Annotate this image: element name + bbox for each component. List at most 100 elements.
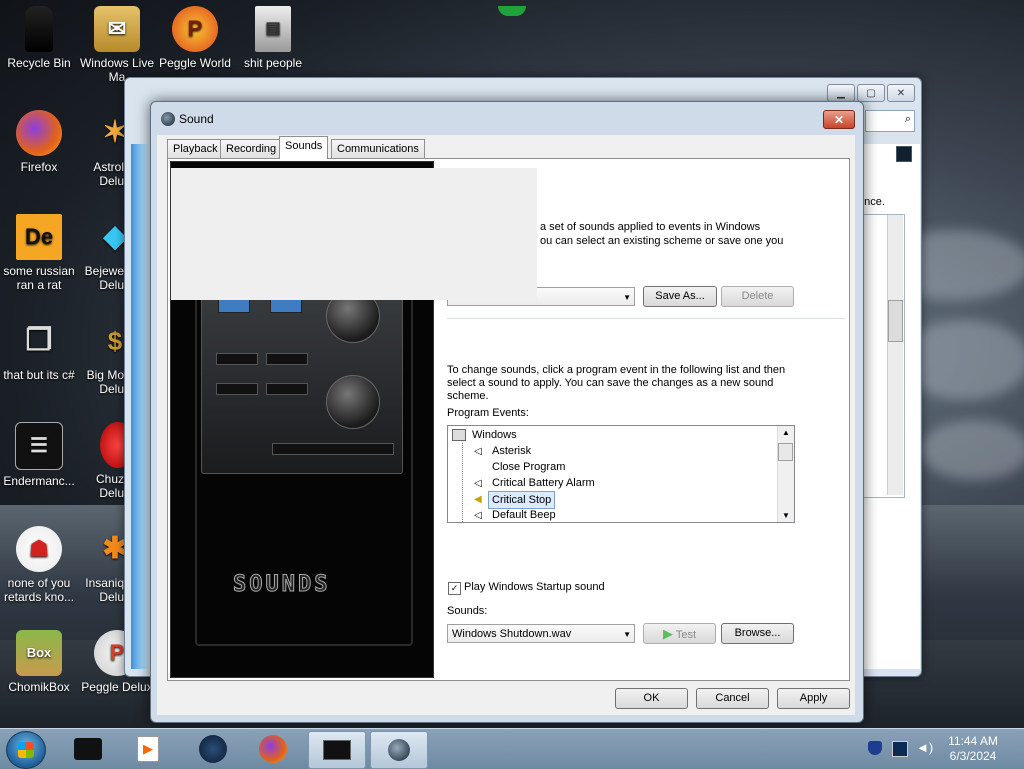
desktop-icon-firefox[interactable]: Firefox (0, 110, 78, 174)
scheme-description-line: ou can select an existing scheme or save… (540, 235, 784, 247)
events-root-label: Windows (472, 429, 517, 441)
sound-dialog[interactable]: Sound ✕ Playback Recording Sounds Commun… (150, 101, 864, 723)
desktop-icon-label: Endermanc... (3, 474, 75, 488)
taskbar-item-firefox[interactable] (245, 731, 301, 767)
scroll-down-icon[interactable]: ▼ (782, 511, 790, 520)
browse-button[interactable]: Browse... (721, 623, 794, 644)
desktop-icon-label: Insaniq Delu (85, 576, 124, 604)
tab-communications[interactable]: Communications (331, 139, 425, 158)
shield-icon[interactable] (868, 741, 882, 755)
speaker-icon (161, 112, 175, 126)
volume-icon[interactable]: ◄) (916, 741, 933, 755)
save-as-button[interactable]: Save As... (643, 286, 717, 307)
close-button[interactable]: ✕ (887, 84, 915, 102)
test-button[interactable]: ▶ Test (643, 623, 716, 644)
media-icon (74, 738, 102, 760)
mixer-display (218, 299, 250, 313)
maximize-button[interactable]: ▢ (857, 84, 885, 102)
desktop-icon-label: Chuz Delu (95, 472, 124, 500)
list-item[interactable]: Asterisk (492, 443, 531, 459)
mixer-display (270, 299, 302, 313)
taskbar-item-window[interactable] (308, 731, 366, 769)
desktop-icon-label: Astrol Delu (93, 160, 124, 188)
desktop-icon-peggle-world[interactable]: P Peggle World (156, 6, 234, 70)
start-button[interactable] (6, 731, 46, 769)
desktop-icon-shit-people[interactable]: ▤ shit people (234, 6, 312, 70)
desktop-icon-insaniquarium[interactable]: ✱ Insaniq Delu (78, 526, 124, 605)
desktop-icon-bejeweled[interactable]: ◆ Bejewe Delu (78, 214, 124, 293)
desktop-icon-label: Big Mo Delu (86, 368, 124, 396)
desktop-icon-windows-live-mail[interactable]: ✉ Windows Live Ma (78, 6, 156, 84)
sounds-label: Sounds: (447, 605, 488, 617)
dialog-title: Sound (179, 112, 214, 126)
recycle-bin-icon (25, 6, 53, 52)
scrollbar[interactable] (887, 215, 903, 495)
mixer-knob (326, 375, 380, 429)
list-item[interactable]: Critical Battery Alarm (492, 475, 595, 491)
tab-playback[interactable]: Playback (167, 139, 224, 158)
program-events-list[interactable]: Windows ◁ Asterisk Close Program ◁ Criti… (447, 425, 795, 523)
taskbar: ▶ ◄) 11:44 AM 6/3/2024 (0, 728, 1024, 769)
mixer-slot (266, 353, 308, 365)
de-icon: De (16, 214, 62, 260)
folder-icon: ▤ (255, 6, 291, 52)
cancel-button[interactable]: Cancel (696, 688, 769, 709)
desktop-icon-chuzzle[interactable]: Chuz Delu (78, 422, 124, 500)
events-scrollbar-thumb[interactable] (778, 443, 793, 461)
tab-recording[interactable]: Recording (220, 139, 283, 158)
desktop-icon-astrol[interactable]: ✶ Astrol Delu (78, 110, 124, 189)
desktop-icon-some-russian[interactable]: De some russian ran a rat (0, 214, 78, 292)
play-icon: ▶ (662, 626, 673, 641)
startup-sound-label: Play Windows Startup sound (464, 581, 605, 593)
minimize-button[interactable]: ▁ (827, 84, 855, 102)
list-item[interactable]: Default Beep (492, 507, 556, 522)
desktop-icon-that-but-its-c[interactable]: ❐ that but its c# (0, 318, 78, 383)
desktop-icon-chomikbox[interactable]: Box ChomikBox (0, 630, 78, 694)
speaker-icon (388, 739, 410, 761)
desktop-icon-label: some russian ran a rat (3, 264, 75, 292)
chomikbox-icon: Box (16, 630, 62, 676)
scheme-description-line: a set of sounds applied to events in Win… (540, 221, 761, 233)
peggle-world-icon: P (172, 6, 218, 52)
delete-button[interactable]: Delete (721, 286, 794, 307)
sound-file-select[interactable]: Windows Shutdown.wav ▼ (447, 624, 635, 643)
sounds-logo-text: SOUNDS (232, 572, 331, 598)
taskbar-item-media[interactable] (60, 731, 116, 767)
cloud (920, 420, 1024, 480)
apply-button[interactable]: Apply (777, 688, 850, 709)
startup-sound-checkbox[interactable]: ✓ (448, 582, 461, 595)
tree-line (462, 443, 464, 522)
desktop-icon-label: Firefox (20, 160, 58, 174)
divider (447, 318, 845, 319)
speaker-icon: ◁ (474, 478, 482, 489)
system-clock[interactable]: 11:44 AM 6/3/2024 (938, 734, 1008, 764)
search-input[interactable]: ⌕ (865, 110, 915, 132)
insaniquarium-icon: ✱ (102, 532, 124, 565)
taskbar-item-player[interactable]: ▶ (120, 731, 176, 767)
taskbar-item-sound[interactable] (370, 731, 428, 769)
mixer-slot (272, 443, 394, 455)
sound-file-value: Windows Shutdown.wav (452, 628, 572, 640)
speaker-icon: ◀ (474, 494, 482, 505)
events-scrollbar[interactable]: ▲ ▼ (777, 426, 794, 522)
network-icon[interactable] (892, 741, 908, 757)
scroll-up-icon[interactable]: ▲ (782, 428, 790, 437)
desktop-icon-recycle-bin[interactable]: Recycle Bin (0, 6, 78, 70)
globe-icon (199, 735, 227, 763)
list-item[interactable]: Close Program (492, 459, 565, 475)
desktop-icon-label: none of you retards kno... (3, 576, 75, 604)
desktop-icon-red-dragon[interactable]: ☗ none of you retards kno... (0, 526, 78, 604)
blank-overlay (171, 168, 537, 300)
bejeweled-icon: ◆ (103, 220, 124, 253)
desktop-icon-endermanch[interactable]: ☰ Endermanc... (0, 422, 78, 488)
close-button[interactable]: ✕ (823, 110, 855, 129)
red-dragon-icon: ☗ (16, 526, 62, 572)
ok-button[interactable]: OK (615, 688, 688, 709)
tab-sounds[interactable]: Sounds (279, 136, 329, 159)
scrollbar-thumb[interactable] (888, 300, 903, 342)
taskbar-item-globe[interactable] (185, 731, 241, 767)
desktop-icon-big-money[interactable]: $ Big Mo Delu (78, 318, 124, 396)
desktop-icon-label: that but its c# (3, 368, 75, 382)
chevron-down-icon: ▼ (623, 630, 631, 639)
notepad-icon: ☰ (15, 422, 63, 470)
